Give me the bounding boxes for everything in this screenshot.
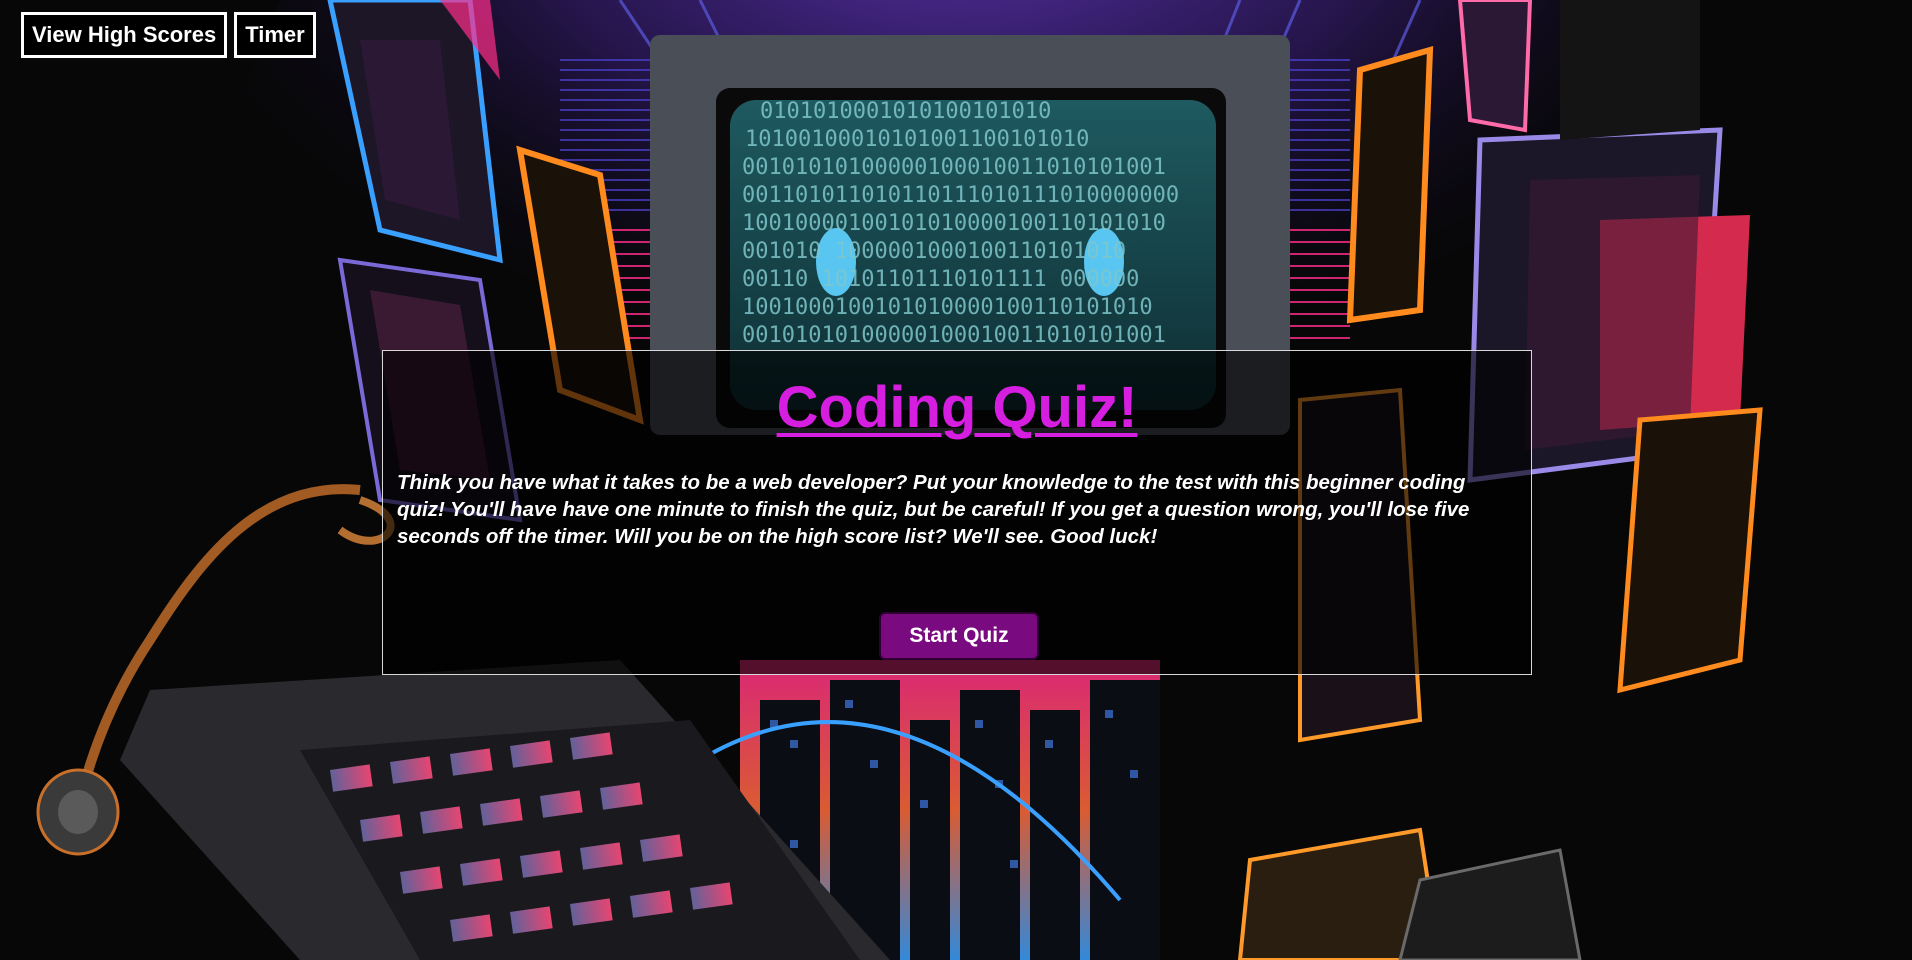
monitor-code-line: 00101010100000100010011010101001 [742,155,1166,180]
quiz-title: Coding Quiz! [776,375,1138,440]
timer-display: Timer [234,12,316,58]
monitor-code-line: 00101010100000100010011010101001 [742,323,1166,348]
monitor-code-line: 00110 10101101110101111 000000 [742,267,1139,292]
monitor-code-line: 001101011010110111010111010000000 [742,183,1179,208]
start-quiz-button[interactable]: Start Quiz [879,612,1039,660]
monitor-code-line: 1001000100101010000100110101010 [742,295,1153,320]
view-high-scores-button[interactable]: View High Scores [21,12,228,58]
quiz-description: Think you have what it takes to be a web… [397,471,1470,548]
top-nav: View High Scores Timer [21,12,316,58]
quiz-page: 0101010001010100101010 10100100010101001… [0,0,1912,960]
monitor-code-line: 10100100010101001100101010 [745,127,1089,152]
monitor-code-line: 001010 1000001000100110101010 [742,239,1126,264]
monitor-code-line: 0101010001010100101010 [760,99,1051,124]
quiz-intro-card: Coding Quiz! Think you have what it take… [382,350,1532,675]
monitor-code-line: 10010000100101010000100110101010 [742,211,1166,236]
